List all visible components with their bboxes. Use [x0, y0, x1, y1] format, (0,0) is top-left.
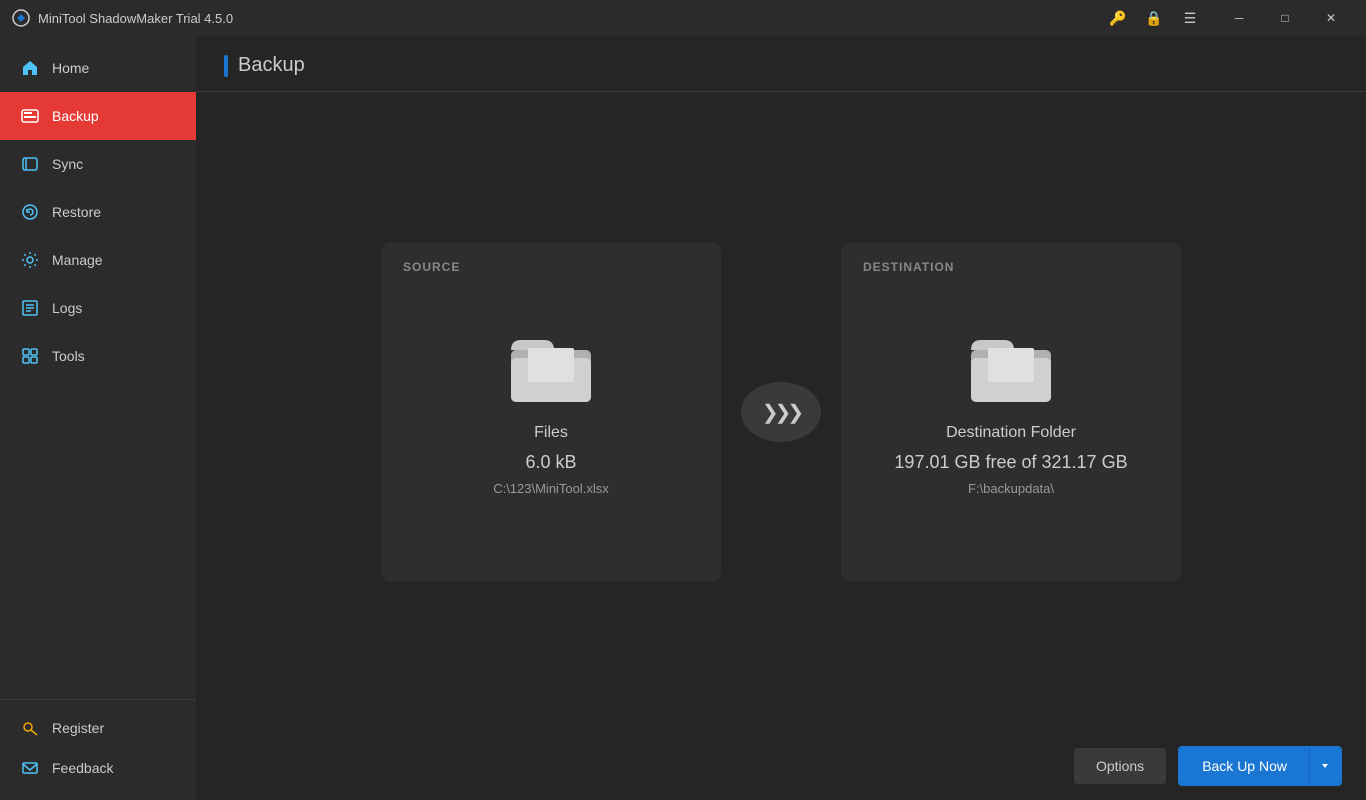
- page-header: Backup: [196, 36, 1366, 92]
- arrow-between: ❯❯❯: [741, 382, 821, 442]
- source-folder-icon: [506, 328, 596, 408]
- lock-icon[interactable]: 🔒: [1144, 10, 1164, 27]
- bottom-bar: Options Back Up Now: [196, 732, 1366, 800]
- main-content: Backup SOURCE: [196, 36, 1366, 800]
- sidebar-item-tools[interactable]: Tools: [0, 332, 196, 380]
- title-bar-icons: 🔑 🔒 ☰: [1108, 10, 1200, 27]
- sidebar-item-register[interactable]: Register: [0, 708, 196, 748]
- minimize-button[interactable]: ─: [1216, 0, 1262, 36]
- source-label: SOURCE: [403, 260, 460, 274]
- app-body: Home Backup: [0, 36, 1366, 800]
- chevron-right-icon: ❯❯❯: [762, 400, 800, 425]
- source-size: 6.0 kB: [525, 452, 576, 473]
- sidebar-item-sync[interactable]: Sync: [0, 140, 196, 188]
- window-controls: ─ □ ✕: [1216, 0, 1354, 36]
- register-key-icon: [20, 718, 40, 738]
- page-title-text: Backup: [238, 54, 305, 77]
- backup-now-wrapper: Back Up Now: [1178, 746, 1342, 786]
- sidebar-label-tools: Tools: [52, 348, 85, 364]
- sidebar-label-register: Register: [52, 720, 104, 736]
- manage-icon: [20, 250, 40, 270]
- chevron-down-icon: [1320, 761, 1330, 771]
- sidebar-nav: Home Backup: [0, 36, 196, 699]
- title-accent: [224, 55, 228, 77]
- sidebar-item-backup[interactable]: Backup: [0, 92, 196, 140]
- sidebar-label-logs: Logs: [52, 300, 82, 316]
- page-title: Backup: [224, 54, 1338, 77]
- home-icon: [20, 58, 40, 78]
- sidebar-label-backup: Backup: [52, 108, 99, 124]
- sidebar-item-manage[interactable]: Manage: [0, 236, 196, 284]
- sidebar-item-feedback[interactable]: Feedback: [0, 748, 196, 788]
- sidebar-label-feedback: Feedback: [52, 760, 113, 776]
- source-path: C:\123\MiniTool.xlsx: [493, 481, 609, 496]
- title-bar: MiniTool ShadowMaker Trial 4.5.0 🔑 🔒 ☰ ─…: [0, 0, 1366, 36]
- sidebar-label-manage: Manage: [52, 252, 103, 268]
- app-logo: [12, 9, 30, 27]
- sidebar-item-logs[interactable]: Logs: [0, 284, 196, 332]
- destination-free-space: 197.01 GB free of 321.17 GB: [894, 452, 1127, 473]
- sidebar: Home Backup: [0, 36, 196, 800]
- source-card[interactable]: SOURCE Files 6.0 kB C:\123\MiniT: [381, 242, 721, 582]
- maximize-button[interactable]: □: [1262, 0, 1308, 36]
- sidebar-label-sync: Sync: [52, 156, 83, 172]
- destination-path: F:\backupdata\: [968, 481, 1054, 496]
- backup-now-button[interactable]: Back Up Now: [1180, 748, 1309, 784]
- sidebar-bottom: Register Feedback: [0, 699, 196, 800]
- sidebar-item-home[interactable]: Home: [0, 44, 196, 92]
- destination-card[interactable]: DESTINATION Destination Folder 197.01 GB: [841, 242, 1181, 582]
- destination-type: Destination Folder: [946, 424, 1076, 442]
- destination-folder-icon: [966, 328, 1056, 408]
- sidebar-label-restore: Restore: [52, 204, 101, 220]
- key-icon[interactable]: 🔑: [1108, 10, 1128, 27]
- backup-area: SOURCE Files 6.0 kB C:\123\MiniT: [196, 92, 1366, 732]
- app-title: MiniTool ShadowMaker Trial 4.5.0: [38, 11, 1108, 26]
- destination-label: DESTINATION: [863, 260, 954, 274]
- source-type: Files: [534, 424, 568, 442]
- sidebar-item-restore[interactable]: Restore: [0, 188, 196, 236]
- menu-icon[interactable]: ☰: [1180, 10, 1200, 27]
- close-button[interactable]: ✕: [1308, 0, 1354, 36]
- restore-icon: [20, 202, 40, 222]
- backup-icon: [20, 106, 40, 126]
- backup-now-dropdown-button[interactable]: [1309, 748, 1340, 784]
- logs-icon: [20, 298, 40, 318]
- sync-icon: [20, 154, 40, 174]
- sidebar-label-home: Home: [52, 60, 89, 76]
- options-button[interactable]: Options: [1074, 748, 1166, 784]
- tools-icon: [20, 346, 40, 366]
- feedback-mail-icon: [20, 758, 40, 778]
